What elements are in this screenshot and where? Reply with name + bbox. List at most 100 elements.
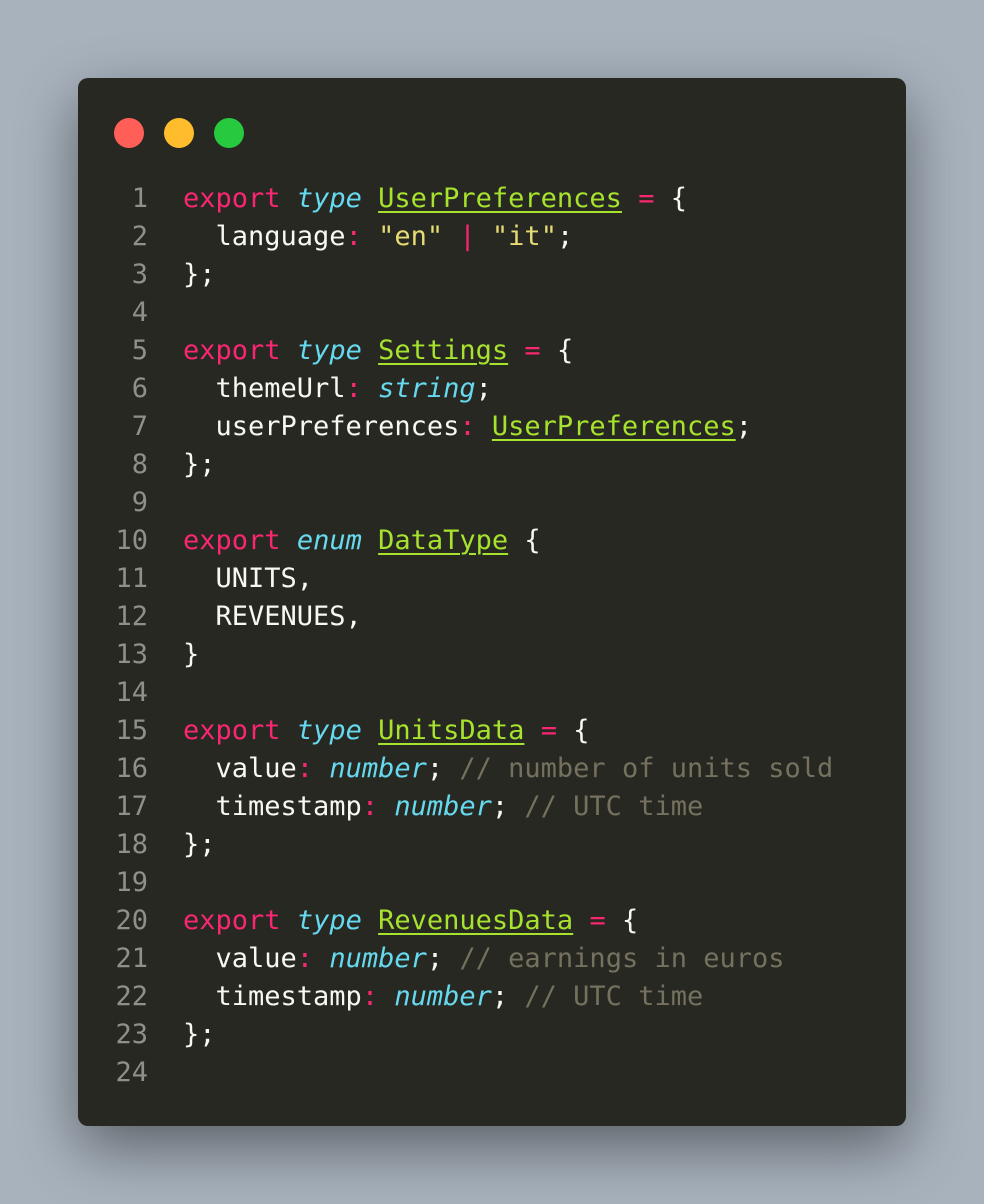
token-operator: = bbox=[589, 905, 606, 936]
code-text: timestamp: number; // UTC time bbox=[183, 978, 704, 1016]
line-number: 4 bbox=[131, 297, 148, 328]
code-text: language: "en" | "it"; bbox=[183, 218, 574, 256]
line-number: 14 bbox=[115, 677, 148, 708]
token-storage: number bbox=[394, 791, 492, 822]
token-punct: ; bbox=[426, 753, 460, 784]
token-punct: }; bbox=[183, 829, 216, 860]
code-line: 14 bbox=[78, 674, 906, 712]
code-line: 4 bbox=[78, 294, 906, 332]
line-number: 13 bbox=[115, 639, 148, 670]
code-line: 7 userPreferences: UserPreferences; bbox=[78, 408, 906, 446]
code-line: 22 timestamp: number; // UTC time bbox=[78, 978, 906, 1016]
code-text: export type RevenuesData = { bbox=[183, 902, 638, 940]
code-line: 23}; bbox=[78, 1016, 906, 1054]
code-text: } bbox=[183, 636, 199, 674]
code-line: 12 REVENUES, bbox=[78, 598, 906, 636]
code-line: 5 export type Settings = { bbox=[78, 332, 906, 370]
line-number: 3 bbox=[131, 259, 148, 290]
token-storage: string bbox=[378, 373, 476, 404]
line-number: 1 bbox=[131, 183, 148, 214]
token-comment: // earnings in euros bbox=[459, 943, 785, 974]
token-punct: { bbox=[605, 905, 639, 936]
code-line: 21 value: number; // earnings in euros bbox=[78, 940, 906, 978]
token-operator: : bbox=[345, 373, 362, 404]
line-number: 22 bbox=[115, 981, 148, 1012]
token-prop: timestamp bbox=[183, 791, 362, 822]
code-text: }; bbox=[183, 826, 216, 864]
maximize-button[interactable] bbox=[214, 118, 244, 148]
code-text: timestamp: number; // UTC time bbox=[183, 788, 704, 826]
code-text: export type Settings = { bbox=[183, 332, 573, 370]
token-storage: number bbox=[329, 753, 427, 784]
line-number: 9 bbox=[131, 487, 148, 518]
code-line: 10 export enum DataType { bbox=[78, 522, 906, 560]
code-editor[interactable]: 1 export type UserPreferences = {2 langua… bbox=[78, 180, 906, 1092]
code-line: 1 export type UserPreferences = { bbox=[78, 180, 906, 218]
token-storage: type bbox=[296, 183, 362, 214]
token-punct: ; bbox=[556, 221, 574, 252]
token-operator: : bbox=[296, 943, 314, 974]
line-number: 5 bbox=[131, 335, 148, 366]
token-string: "it" bbox=[491, 221, 557, 252]
token-storage: type bbox=[296, 905, 362, 936]
line-number: 11 bbox=[115, 563, 148, 594]
token-storage: type bbox=[296, 335, 362, 366]
code-text: }; bbox=[183, 256, 216, 294]
token-operator: | bbox=[459, 221, 476, 252]
token-type: UnitsData bbox=[378, 715, 525, 746]
token-string: "en" bbox=[378, 221, 444, 252]
code-line: 24 bbox=[78, 1054, 906, 1092]
code-line: 9 bbox=[78, 484, 906, 522]
token-operator: = bbox=[524, 335, 541, 366]
token-type: Settings bbox=[378, 335, 509, 366]
close-button[interactable] bbox=[114, 118, 144, 148]
token-comment: // number of units sold bbox=[459, 753, 834, 784]
line-number: 16 bbox=[115, 753, 148, 784]
code-text: REVENUES, bbox=[183, 598, 362, 636]
token-punct: }; bbox=[183, 259, 216, 290]
code-text: themeUrl: string; bbox=[183, 370, 492, 408]
code-line: 11 UNITS, bbox=[78, 560, 906, 598]
code-line: 2 language: "en" | "it"; bbox=[78, 218, 906, 256]
code-line: 13} bbox=[78, 636, 906, 674]
line-number: 23 bbox=[115, 1019, 148, 1050]
code-text: value: number; // earnings in euros bbox=[183, 940, 785, 978]
token-prop: language bbox=[183, 221, 346, 252]
line-number: 8 bbox=[131, 449, 148, 480]
token-punct: } bbox=[183, 639, 200, 670]
token-keyword: export bbox=[183, 905, 281, 936]
line-number: 15 bbox=[115, 715, 148, 746]
line-number: 21 bbox=[115, 943, 148, 974]
line-number: 18 bbox=[115, 829, 148, 860]
code-line: 18}; bbox=[78, 826, 906, 864]
token-punct: { bbox=[654, 183, 687, 214]
token-punct: { bbox=[556, 715, 590, 746]
token-punct: { bbox=[508, 525, 541, 556]
token-storage: type bbox=[296, 715, 362, 746]
token-prop: value bbox=[183, 943, 297, 974]
line-number: 2 bbox=[131, 221, 148, 252]
token-prop: userPreferences bbox=[183, 411, 460, 442]
token-punct: { bbox=[540, 335, 574, 366]
minimize-button[interactable] bbox=[164, 118, 194, 148]
code-text: value: number; // number of units sold bbox=[183, 750, 834, 788]
token-operator: = bbox=[638, 183, 655, 214]
token-keyword: export bbox=[183, 715, 281, 746]
token-prop: timestamp bbox=[183, 981, 362, 1012]
code-line: 17 timestamp: number; // UTC time bbox=[78, 788, 906, 826]
token-punct: ; bbox=[491, 981, 525, 1012]
token-punct: ; bbox=[491, 791, 525, 822]
token-type: RevenuesData bbox=[378, 905, 574, 936]
